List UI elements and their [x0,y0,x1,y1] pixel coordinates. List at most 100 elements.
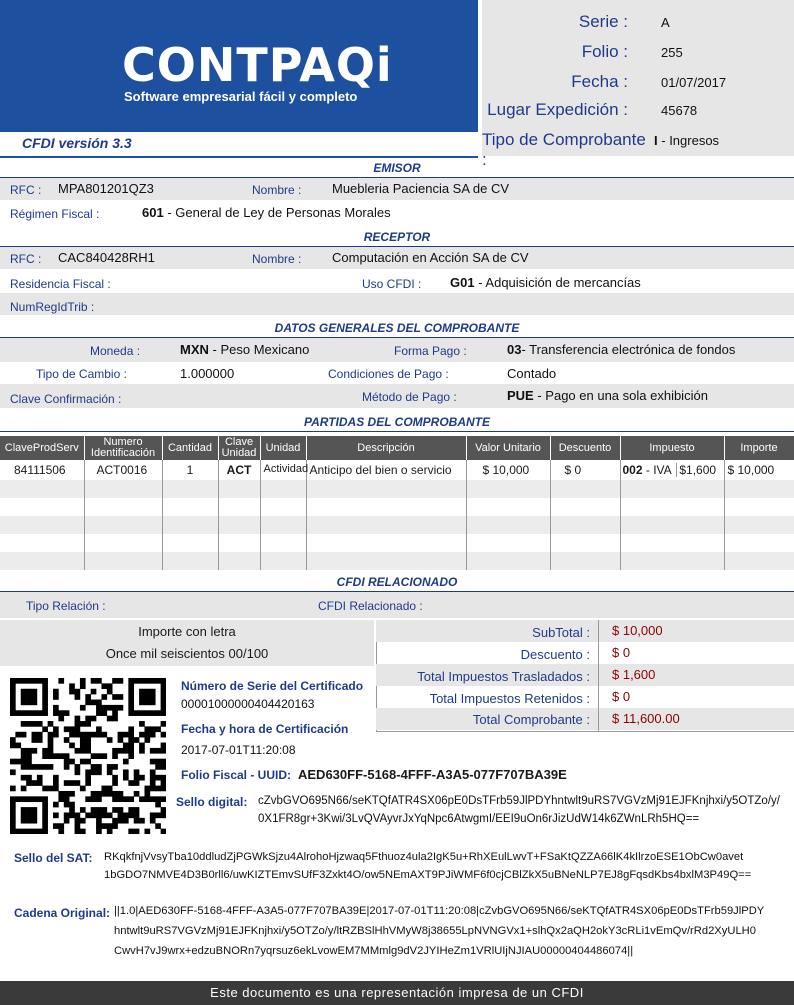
items-header-row: ClaveProdServ Numero Identificación Cant… [0,436,794,460]
emisor-nombre-label: Nombre : [252,183,302,197]
tipo-cambio-label: Tipo de Cambio : [36,367,127,381]
sello-sat-l1: RKqkfnjVvsyTba10ddludZjPGWkSjzu4AlrohoHj… [104,851,744,863]
col-header: Cantidad [162,436,219,460]
cert-serie: 00001000000404420163 [181,697,315,711]
cadena-l1: ||1.0|AED630FF-5168-4FFF-A3A5-077F707BA3… [114,905,765,917]
cell: $ 10,000 [466,460,551,480]
receptor-nombre: Computación en Acción SA de CV [332,250,529,265]
col-header: ClaveProdServ [0,436,85,460]
logo-block: CONTPAQi Software empresarial fácil y co… [0,0,478,132]
col-header: Importe [724,436,794,460]
datos-title: DATOS GENERALES DEL COMPROBANTE [274,321,520,335]
version-underline [0,156,478,158]
cell: ACT [218,460,261,480]
receptor-rfc-label: RFC : [10,252,42,266]
uso-cfdi-label: Uso CFDI : [362,277,422,291]
col-header: Numero Identificación [84,436,163,460]
sello-digital-label: Sello digital: [176,795,248,809]
receptor-nombre-label: Nombre : [252,252,302,266]
cell: Anticipo del bien o servicio [306,460,467,480]
moneda: MXN - Peso Mexicano [180,342,310,357]
residencia-label: Residencia Fiscal : [10,277,111,291]
clave-confirmacion-label: Clave Confirmación : [10,392,122,406]
cell: 1 [162,460,219,480]
col-header: Valor Unitario [466,436,551,460]
cfdi-relacionado-label: CFDI Relacionado : [318,599,423,613]
emisor-regimen: 601 - General de Ley de Personas Morales [142,205,391,220]
tipo-value: I - Ingresos [654,133,720,148]
col-header: Unidad [260,436,307,460]
sello-sat-l2: 1bGDO7NMVE4D3B0rll6/uwKIZTEmvSUfF3Zxkt4O… [104,869,752,881]
condiciones: Contado [507,366,557,381]
cert-fecha: 2017-07-01T11:20:08 [181,743,296,757]
folio-value: 255 [661,45,683,60]
trasladados: $ 1,600 [612,667,656,682]
metodo-pago: PUE - Pago en una sola exhibición [507,388,708,403]
cadena-l3: CwvH7vJ9wrx+edzuBNORn7yqrsuz6ekLvowEM7MM… [114,945,634,957]
subtotal-label: SubTotal : [532,625,590,640]
receptor-row-3 [0,293,794,315]
sello-digital-l2: 0X1FR8gr+3Kwi/3LvQVAyvrJxYqNpc6AtwgmI/EE… [258,813,700,825]
condiciones-label: Condiciones de Pago : [328,367,449,381]
emisor-rfc: MPA801201QZ3 [58,181,154,196]
moneda-label: Moneda : [90,344,141,358]
header-panel: Serie : A Folio : 255 Fecha : 01/07/2017… [482,0,794,169]
partidas-title: PARTIDAS DEL COMPROBANTE [303,415,490,429]
receptor-title: RECEPTOR [363,230,431,244]
cell-impuesto: 002 - IVA $1,600 [620,460,725,480]
lugar-value: 45678 [661,103,698,118]
importe-letra-value: Once mil seiscientos 00/100 [105,646,269,661]
forma-pago-label: Forma Pago : [394,344,467,358]
retenidos-label: Total Impuestos Retenidos : [429,691,590,706]
emisor-rfc-label: RFC : [10,183,42,197]
col-header: Descripción [306,436,467,460]
emisor-nombre: Muebleria Paciencia SA de CV [332,181,510,196]
uso-cfdi: G01 - Adquisición de mercancías [450,275,641,290]
tipo-relacion-label: Tipo Relación : [26,599,106,613]
cert-serie-label: Número de Serie del Certificado [181,679,364,693]
items-table: ClaveProdServ Numero Identificación Cant… [0,436,794,570]
sello-digital-l1: cZvbGVO695N66/seKTQfATR4SX06pE0DsTFrb59J… [258,795,780,807]
col-header: Impuesto [620,436,725,460]
trasladados-label: Total Impuestos Trasladados : [417,669,590,684]
cell: $ 0 [550,460,621,480]
col-header: Descuento [550,436,621,460]
metodo-pago-label: Método de Pago : [362,390,457,404]
cell: $ 10,000 [724,460,794,480]
cfdi-version: CFDI versión 3.3 [22,135,132,151]
retenidos: $ 0 [612,689,631,704]
table-row: 84111506 ACT0016 1 ACT Actividad Anticip… [0,460,794,480]
tipo-cambio: 1.000000 [180,366,235,381]
folio-label: Folio : [581,42,628,61]
total: $ 11,600.00 [612,711,680,726]
cell: ACT0016 [84,460,163,480]
serie-value: A [661,15,670,30]
total-label: Total Comprobante : [472,712,590,727]
relacionado-title: CFDI RELACIONADO [336,575,458,589]
emisor-regimen-label: Régimen Fiscal : [10,207,100,221]
fecha-label: Fecha : [571,72,628,91]
emisor-title: EMISOR [373,161,421,175]
descuento: $ 0 [612,645,631,660]
cell: Actividad [260,460,308,480]
fecha-value: 01/07/2017 [661,75,727,90]
serie-label: Serie : [578,12,628,31]
descuento-label: Descuento : [520,647,590,662]
sello-sat-label: Sello del SAT: [14,851,93,865]
numregidtrib-label: NumRegIdTrib : [10,300,95,314]
brand-logo: CONTPAQi [122,38,393,92]
receptor-rfc: CAC840428RH1 [58,250,155,265]
uuid: AED630FF-5168-4FFF-A3A5-077F707BA39E [298,767,567,782]
forma-pago: 03- Transferencia electrónica de fondos [507,342,736,357]
subtotal: $ 10,000 [612,623,663,638]
brand-tagline: Software empresarial fácil y completo [124,89,358,104]
col-header: Clave Unidad [218,436,261,460]
qr-code [10,678,167,835]
uuid-label: Folio Fiscal - UUID: [181,768,292,782]
importe-letra-label: Importe con letra [138,624,236,639]
lugar-label: Lugar Expedición : [487,100,628,119]
footer: Este documento es una representación imp… [0,981,794,1005]
cell: 84111506 [0,460,85,480]
divider [0,431,794,432]
cert-fecha-label: Fecha y hora de Certificación [181,722,349,736]
